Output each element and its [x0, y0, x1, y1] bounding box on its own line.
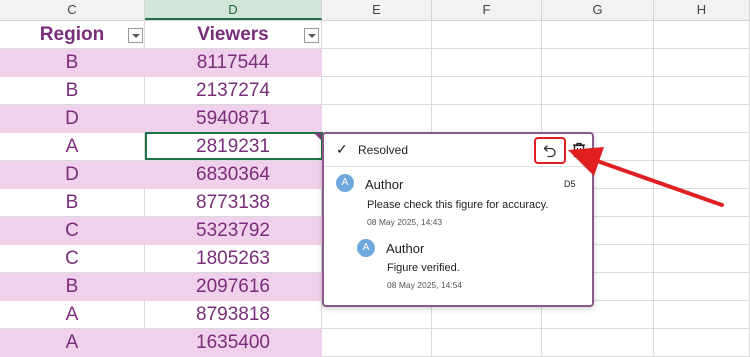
annotation-arrow [568, 147, 724, 207]
